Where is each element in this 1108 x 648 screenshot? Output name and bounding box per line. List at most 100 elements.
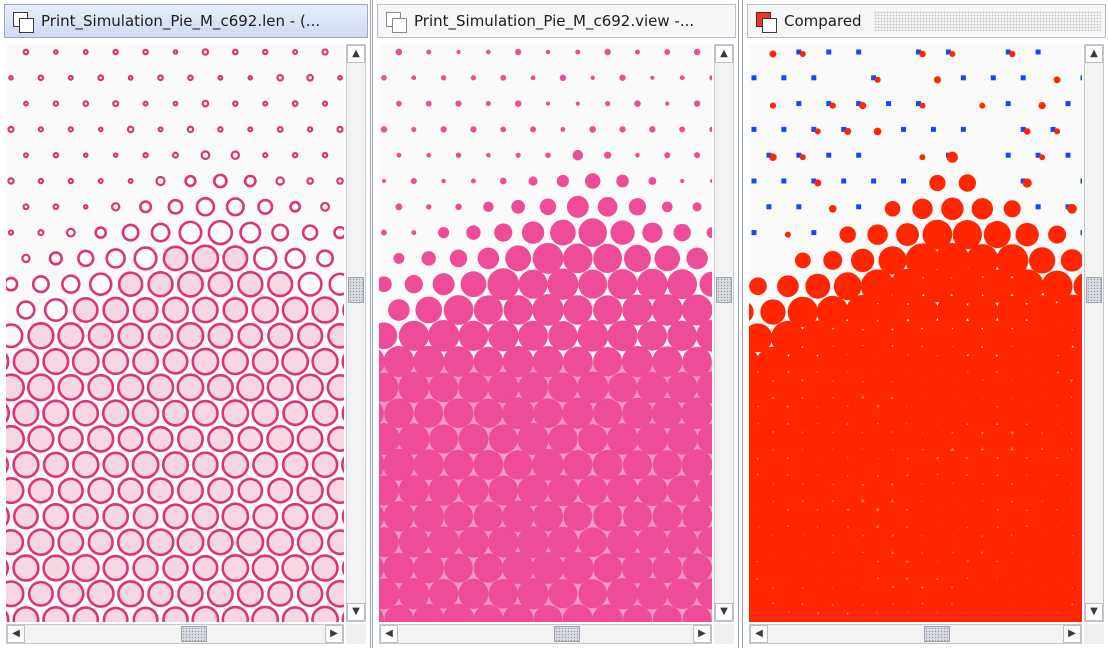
halftone-dot <box>231 48 239 56</box>
halftone-dot <box>562 397 594 429</box>
halftone-dot <box>117 580 145 608</box>
halftone-dot <box>486 49 491 55</box>
halftone-dot <box>949 51 956 57</box>
halftone-dot <box>6 506 10 527</box>
view-image-viewport[interactable] <box>379 44 712 622</box>
halftone-dot <box>327 426 344 452</box>
halftone-dot <box>311 554 339 582</box>
halftone-dot <box>67 74 74 81</box>
halftone-dot <box>97 74 105 82</box>
halftone-dot <box>132 606 159 622</box>
halftone-dot <box>500 74 507 81</box>
scroll-right-button[interactable]: ▶ <box>693 625 711 643</box>
vertical-scroll-thumb[interactable] <box>1086 277 1102 303</box>
halftone-dot <box>251 348 279 376</box>
pane-compared-title: Compared <box>784 12 862 30</box>
halftone-dot <box>473 398 503 428</box>
len-halftone-image <box>6 48 344 622</box>
halftone-dot <box>131 399 160 428</box>
halftone-dot <box>67 126 74 133</box>
scroll-down-button[interactable]: ▼ <box>347 603 365 621</box>
scroll-down-button[interactable]: ▼ <box>1085 603 1103 621</box>
halftone-dot <box>341 611 344 622</box>
halftone-dot <box>460 271 487 298</box>
halftone-dot <box>562 346 593 377</box>
horizontal-scrollbar[interactable]: ◀ ▶ <box>379 624 712 644</box>
halftone-dot <box>563 449 593 480</box>
scroll-up-button[interactable]: ▲ <box>347 45 365 63</box>
halftone-dot <box>1028 247 1056 274</box>
halftone-dot <box>539 198 557 216</box>
halftone-dot <box>86 579 115 608</box>
halftone-dot <box>636 371 668 403</box>
halftone-dot <box>477 247 500 270</box>
halftone-dot <box>933 76 941 84</box>
halftone-dot <box>458 372 489 403</box>
horizontal-scroll-thumb[interactable] <box>181 626 207 642</box>
pane-view-titlebar[interactable]: Print_Simulation_Pie_M_c692.view -... <box>377 4 736 38</box>
halftone-dot <box>648 177 657 185</box>
halftone-dot <box>276 125 284 133</box>
scroll-left-button[interactable]: ◀ <box>750 625 768 643</box>
vertical-scrollbar[interactable]: ▲ ▼ <box>1084 44 1104 622</box>
pane-compared-titlebar[interactable]: Compared <box>747 4 1106 38</box>
halftone-dot <box>247 126 254 133</box>
halftone-dot <box>673 223 691 242</box>
halftone-dot <box>162 399 189 427</box>
pane-len[interactable]: Print_Simulation_Pie_M_c692.len - (... ▲… <box>0 0 371 648</box>
halftone-dot <box>172 49 179 55</box>
scroll-up-button[interactable]: ▲ <box>1085 45 1103 63</box>
len-image-viewport[interactable] <box>6 44 344 622</box>
halftone-dot <box>217 74 224 81</box>
vertical-scrollbar[interactable]: ▲ ▼ <box>714 44 734 622</box>
halftone-dot <box>281 347 310 376</box>
halftone-dot <box>607 372 638 403</box>
halftone-dot <box>232 100 239 107</box>
halftone-dot <box>192 554 219 582</box>
halftone-dot <box>548 321 578 351</box>
halftone-dot <box>147 425 174 453</box>
halftone-dot <box>1023 128 1031 135</box>
halftone-dot <box>8 75 14 81</box>
scroll-up-button[interactable]: ▲ <box>715 45 733 63</box>
compared-image-viewport[interactable] <box>749 44 1082 622</box>
scroll-right-button[interactable]: ▶ <box>325 625 343 643</box>
halftone-dot <box>177 580 204 608</box>
halftone-dot <box>548 372 578 403</box>
halftone-dot <box>694 152 701 159</box>
horizontal-scroll-thumb[interactable] <box>554 626 580 642</box>
scroll-left-button[interactable]: ◀ <box>380 625 398 643</box>
halftone-dot <box>622 294 653 326</box>
horizontal-scrollbar[interactable]: ◀ ▶ <box>6 624 344 644</box>
vertical-scroll-thumb[interactable] <box>348 277 364 303</box>
horizontal-scroll-thumb[interactable] <box>924 626 950 642</box>
halftone-dot <box>207 322 234 349</box>
halftone-dot <box>661 201 673 213</box>
halftone-dot <box>404 275 423 294</box>
halftone-dot <box>473 295 503 325</box>
halftone-dot <box>201 48 210 56</box>
halftone-dot <box>311 399 339 427</box>
halftone-dot <box>577 527 608 558</box>
scroll-left-button[interactable]: ◀ <box>7 625 25 643</box>
pane-view[interactable]: Print_Simulation_Pie_M_c692.view -... ▲ … <box>372 0 739 648</box>
halftone-dot <box>958 174 977 192</box>
halftone-dot <box>636 423 669 455</box>
halftone-dot <box>381 229 387 236</box>
vertical-scrollbar[interactable]: ▲ ▼ <box>346 44 366 622</box>
halftone-dot <box>27 528 55 556</box>
halftone-dot <box>27 580 54 607</box>
halftone-dot <box>162 606 189 622</box>
halftone-dot <box>146 528 175 557</box>
halftone-dot <box>473 501 504 532</box>
pane-len-title: Print_Simulation_Pie_M_c692.len - (... <box>41 12 321 30</box>
horizontal-scrollbar[interactable]: ◀ ▶ <box>749 624 1082 644</box>
scroll-right-button[interactable]: ▶ <box>1063 625 1081 643</box>
halftone-dot <box>6 276 19 292</box>
halftone-dot <box>547 475 579 507</box>
pane-len-titlebar[interactable]: Print_Simulation_Pie_M_c692.len - (... <box>4 4 368 38</box>
scroll-down-button[interactable]: ▼ <box>715 603 733 621</box>
vertical-scroll-thumb[interactable] <box>716 277 732 303</box>
pane-compared[interactable]: Compared ▲ ▼ ◀ ▶ <box>742 0 1108 648</box>
halftone-dot <box>52 151 60 159</box>
